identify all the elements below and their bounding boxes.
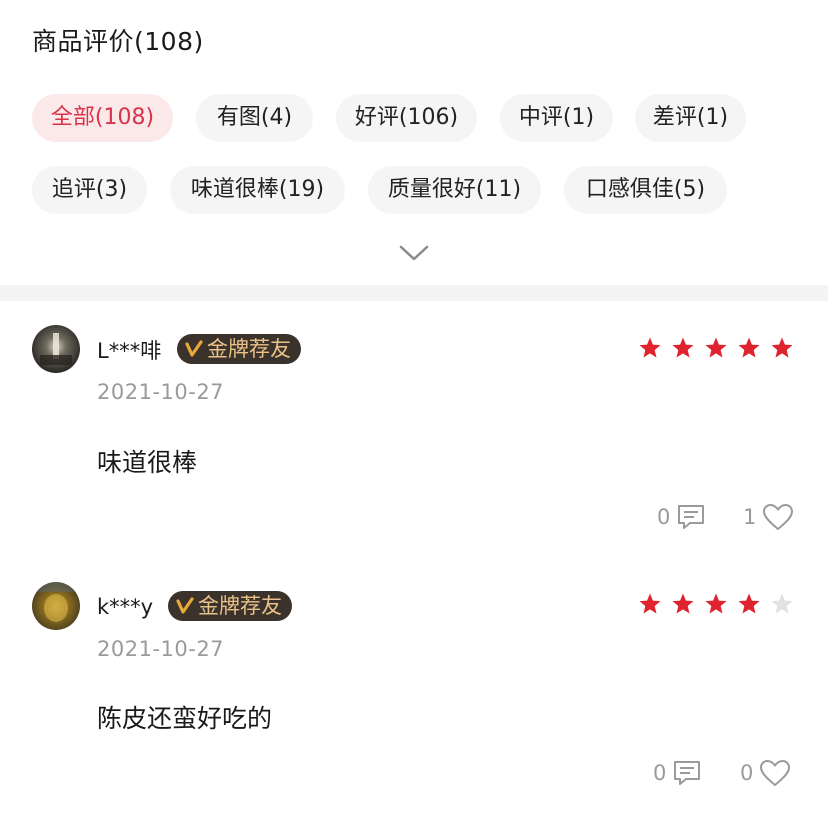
filter-chip-quality[interactable]: 质量很好(11)	[368, 166, 541, 214]
comment-icon	[674, 761, 701, 785]
star-filled-icon	[639, 337, 661, 358]
comment-count: 0	[653, 761, 667, 785]
star-filled-icon	[639, 593, 661, 614]
heart-icon	[760, 760, 791, 786]
filter-chip-followup[interactable]: 追评(3)	[32, 166, 147, 214]
review-content: 味道很棒	[97, 448, 198, 477]
review-date: 2021-10-27	[97, 637, 225, 661]
rating-stars	[638, 592, 794, 616]
comment-icon	[678, 505, 705, 529]
filter-chip-neutral[interactable]: 中评(1)	[500, 94, 613, 142]
like-count: 0	[740, 761, 754, 785]
comment-count: 0	[657, 505, 671, 529]
badge-label: 金牌荐友	[198, 594, 282, 618]
v-badge-icon	[185, 340, 203, 357]
like-button[interactable]: 0	[740, 759, 791, 787]
comment-button[interactable]: 0	[653, 759, 702, 787]
star-filled-icon	[672, 593, 694, 614]
v-badge-icon	[176, 597, 194, 614]
review-date: 2021-10-27	[97, 380, 225, 404]
star-filled-icon	[672, 337, 694, 358]
filter-chip-positive[interactable]: 好评(106)	[336, 94, 477, 142]
heart-icon	[763, 504, 794, 530]
star-filled-icon	[738, 593, 760, 614]
avatar[interactable]	[32, 582, 80, 630]
filter-chip-texture[interactable]: 口感俱佳(5)	[564, 166, 727, 214]
page-title: 商品评价(108)	[32, 27, 204, 56]
rating-stars	[638, 336, 794, 360]
gold-member-badge: 金牌荐友	[177, 334, 301, 364]
like-button[interactable]: 1	[743, 503, 794, 531]
filter-chip-negative[interactable]: 差评(1)	[635, 94, 746, 142]
review-content: 陈皮还蛮好吃的	[97, 704, 273, 733]
filter-chip-tasty[interactable]: 味道很棒(19)	[170, 166, 345, 214]
like-count: 1	[743, 505, 757, 529]
expand-filters-button[interactable]	[398, 242, 430, 264]
avatar[interactable]	[32, 325, 80, 373]
comment-button[interactable]: 0	[657, 503, 706, 531]
star-filled-icon	[771, 337, 793, 358]
star-filled-icon	[705, 337, 727, 358]
username[interactable]: k***y	[97, 593, 153, 621]
username[interactable]: L***啡	[97, 337, 161, 365]
star-empty-icon	[771, 593, 793, 614]
badge-label: 金牌荐友	[207, 337, 291, 361]
star-filled-icon	[705, 593, 727, 614]
star-filled-icon	[738, 337, 760, 358]
section-divider	[0, 285, 828, 301]
filter-chip-all[interactable]: 全部(108)	[32, 94, 173, 142]
gold-member-badge: 金牌荐友	[168, 591, 292, 621]
filter-chip-with-images[interactable]: 有图(4)	[196, 94, 313, 142]
chevron-down-icon	[399, 245, 429, 261]
